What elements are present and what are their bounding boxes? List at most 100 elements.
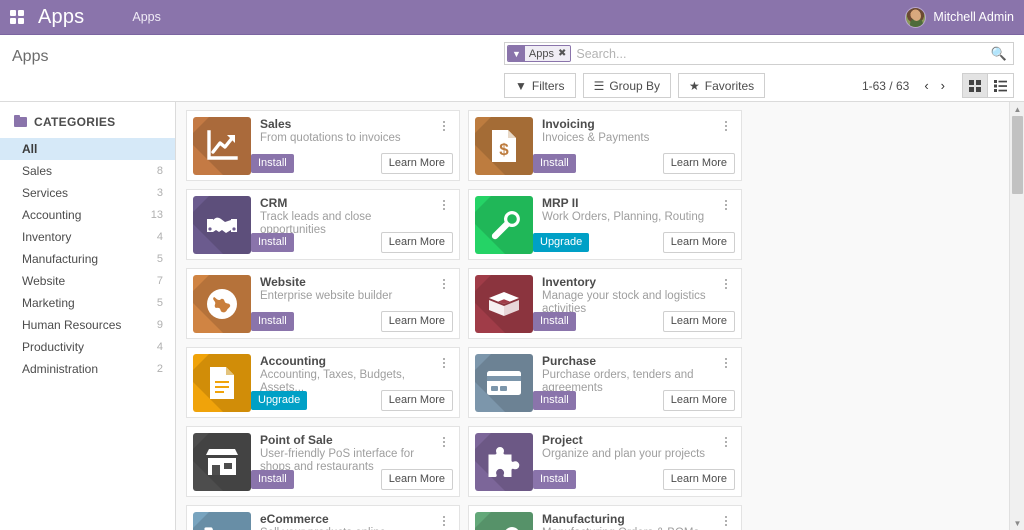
sidebar-item-label: Productivity bbox=[22, 340, 85, 354]
user-menu-label[interactable]: Mitchell Admin bbox=[933, 10, 1014, 24]
app-card[interactable]: Accounting Accounting, Taxes, Budgets, As… bbox=[186, 347, 460, 418]
app-card-body: ManufacturingManufacturing Orders & BOMs… bbox=[533, 512, 735, 530]
sidebar-item-human-resources[interactable]: Human Resources 9 bbox=[0, 314, 175, 336]
sidebar-item-count: 2 bbox=[156, 363, 163, 375]
search-icon[interactable]: 🔍 bbox=[989, 46, 1009, 62]
install-button[interactable]: Install bbox=[533, 391, 576, 410]
categories-list: All Sales 8 Services 3 Accounting 13 Inventory 4… bbox=[0, 138, 175, 380]
learn-more-button[interactable]: Learn More bbox=[380, 311, 453, 332]
card-menu-icon[interactable] bbox=[720, 276, 732, 292]
app-card[interactable]: Sales From quotations to invoices Install L… bbox=[186, 110, 460, 181]
app-card-title: Website bbox=[260, 275, 306, 289]
app-card[interactable]: Point of Sale User-friendly PoS interface… bbox=[186, 426, 460, 497]
card-menu-icon[interactable] bbox=[438, 276, 450, 292]
learn-more-button[interactable]: Learn More bbox=[662, 390, 735, 411]
learn-more-button[interactable]: Learn More bbox=[380, 232, 453, 253]
filters-button[interactable]: ▼ Filters bbox=[504, 73, 576, 98]
scroll-up-icon[interactable]: ▲ bbox=[1010, 102, 1024, 116]
sidebar-item-count: 4 bbox=[156, 341, 163, 353]
globe-icon bbox=[193, 275, 251, 333]
card-menu-icon[interactable] bbox=[720, 355, 732, 371]
app-card-description: Enterprise website builder bbox=[260, 290, 393, 302]
learn-more-button[interactable]: Learn More bbox=[662, 469, 735, 490]
app-card[interactable]: Inventory Manage your stock and logistics… bbox=[468, 268, 742, 339]
learn-more-button[interactable]: Learn More bbox=[662, 153, 735, 174]
app-card[interactable]: Project Organize and plan your projects In… bbox=[468, 426, 742, 497]
search-input[interactable] bbox=[574, 45, 989, 62]
install-button[interactable]: Install bbox=[533, 154, 576, 173]
sidebar-item-accounting[interactable]: Accounting 13 bbox=[0, 204, 175, 226]
app-card-actions: Install Learn More bbox=[533, 153, 735, 174]
app-card-description: Organize and plan your projects bbox=[542, 448, 706, 460]
app-card-body: Website Enterprise website builder Install… bbox=[251, 275, 453, 332]
pager-previous-button[interactable]: ‹ bbox=[919, 78, 933, 93]
app-card[interactable]: Website Enterprise website builder Install… bbox=[186, 268, 460, 339]
scrollbar-thumb[interactable] bbox=[1012, 116, 1023, 194]
card-menu-icon[interactable] bbox=[438, 434, 450, 450]
sidebar-item-services[interactable]: Services 3 bbox=[0, 182, 175, 204]
search-view[interactable]: ▼ Apps ✖ 🔍 bbox=[504, 42, 1014, 65]
scrollbar[interactable]: ▲ ▼ bbox=[1009, 102, 1024, 530]
bars-icon: ☰ bbox=[593, 78, 605, 93]
sidebar-item-label: Marketing bbox=[22, 296, 75, 310]
scroll-down-icon[interactable]: ▼ bbox=[1010, 516, 1024, 530]
install-button[interactable]: Install bbox=[251, 233, 294, 252]
sidebar-item-inventory[interactable]: Inventory 4 bbox=[0, 226, 175, 248]
sidebar-item-website[interactable]: Website 7 bbox=[0, 270, 175, 292]
app-card-body: eCommerceSell your products onlineInstal… bbox=[251, 512, 453, 530]
upgrade-button[interactable]: Upgrade bbox=[533, 233, 590, 252]
app-card-title: Project bbox=[542, 433, 583, 447]
app-card[interactable]: $ Invoicing Invoices & Payments Install Lear… bbox=[468, 110, 742, 181]
search-facet-apps[interactable]: ▼ Apps ✖ bbox=[507, 45, 572, 62]
sidebar-item-manufacturing[interactable]: Manufacturing 5 bbox=[0, 248, 175, 270]
pager-count: 1-63 / 63 bbox=[861, 78, 910, 93]
sidebar-item-all[interactable]: All bbox=[0, 138, 175, 160]
card-menu-icon[interactable] bbox=[720, 434, 732, 450]
card-menu-icon[interactable] bbox=[720, 197, 732, 213]
card-menu-icon[interactable] bbox=[438, 513, 450, 529]
app-card-title: Inventory bbox=[542, 275, 597, 289]
handshake-icon bbox=[193, 196, 251, 254]
learn-more-button[interactable]: Learn More bbox=[380, 153, 453, 174]
sidebar-item-administration[interactable]: Administration 2 bbox=[0, 358, 175, 380]
app-card-title: Point of Sale bbox=[260, 433, 333, 447]
sidebar-item-productivity[interactable]: Productivity 4 bbox=[0, 336, 175, 358]
learn-more-button[interactable]: Learn More bbox=[380, 469, 453, 490]
card-menu-icon[interactable] bbox=[438, 197, 450, 213]
learn-more-button[interactable]: Learn More bbox=[662, 311, 735, 332]
close-icon[interactable]: ✖ bbox=[557, 46, 571, 61]
kanban-view-icon[interactable] bbox=[962, 73, 988, 98]
sidebar-item-sales[interactable]: Sales 8 bbox=[0, 160, 175, 182]
learn-more-button[interactable]: Learn More bbox=[380, 390, 453, 411]
sidebar-item-label: All bbox=[22, 142, 38, 156]
sidebar-item-label: Sales bbox=[22, 164, 53, 178]
install-button[interactable]: Install bbox=[251, 470, 294, 489]
app-card[interactable]: MRP II Work Orders, Planning, Routing Upgr… bbox=[468, 189, 742, 260]
favorites-button[interactable]: ★ Favorites bbox=[678, 73, 766, 98]
learn-more-button[interactable]: Learn More bbox=[662, 232, 735, 253]
sidebar-item-label: Website bbox=[22, 274, 66, 288]
list-view-icon[interactable] bbox=[988, 73, 1014, 98]
avatar[interactable] bbox=[905, 6, 927, 28]
install-button[interactable]: Install bbox=[251, 154, 294, 173]
filters-label: Filters bbox=[531, 78, 565, 93]
install-button[interactable]: Install bbox=[533, 470, 576, 489]
app-card[interactable]: CRM Track leads and close opportunities In… bbox=[186, 189, 460, 260]
card-menu-icon[interactable] bbox=[720, 513, 732, 529]
card-menu-icon[interactable] bbox=[438, 355, 450, 371]
card-menu-icon[interactable] bbox=[720, 118, 732, 134]
install-button[interactable]: Install bbox=[251, 312, 294, 331]
pager-next-button[interactable]: › bbox=[936, 78, 950, 93]
group-by-button[interactable]: ☰ Group By bbox=[582, 73, 672, 98]
apps-menu-toggle[interactable] bbox=[0, 0, 34, 35]
app-card[interactable]: Purchase Purchase orders, tenders and agr… bbox=[468, 347, 742, 418]
sidebar-item-marketing[interactable]: Marketing 5 bbox=[0, 292, 175, 314]
app-card[interactable]: eCommerceSell your products onlineInstal… bbox=[186, 505, 460, 530]
upgrade-button[interactable]: Upgrade bbox=[251, 391, 308, 410]
install-button[interactable]: Install bbox=[533, 312, 576, 331]
app-card-actions: Install Learn More bbox=[533, 469, 735, 490]
sidebar-item-count: 7 bbox=[156, 275, 163, 287]
app-card[interactable]: ManufacturingManufacturing Orders & BOMs… bbox=[468, 505, 742, 530]
nav-menu-apps[interactable]: Apps bbox=[124, 10, 169, 24]
card-menu-icon[interactable] bbox=[438, 118, 450, 134]
